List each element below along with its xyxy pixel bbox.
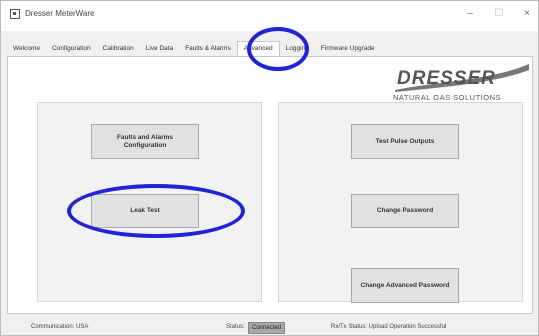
tab-firmware-upgrade[interactable]: Firmware Upgrade bbox=[315, 42, 381, 55]
status-bar: Communication: USA Status: Connected Rx/… bbox=[1, 319, 538, 335]
rxtx-status: Rx/Tx Status: Upload Operation Successfu… bbox=[331, 324, 447, 330]
minimize-button[interactable]: – bbox=[460, 7, 480, 21]
title-bar: Dresser MeterWare – ☐ × bbox=[1, 1, 538, 31]
tab-advanced[interactable]: Advanced bbox=[236, 41, 280, 57]
tab-configuration[interactable]: Configuration bbox=[46, 42, 97, 55]
logo-wordmark: DRESSER bbox=[397, 68, 496, 89]
tab-calibration[interactable]: Calibration bbox=[97, 42, 140, 55]
maximize-button[interactable]: ☐ bbox=[489, 7, 509, 21]
tab-logging[interactable]: Logging bbox=[280, 42, 315, 55]
app-window: Dresser MeterWare – ☐ × Welcome Configur… bbox=[0, 0, 539, 336]
change-password-button[interactable]: Change Password bbox=[351, 194, 459, 228]
tab-faults-alarms[interactable]: Faults & Alarms bbox=[179, 42, 237, 55]
tab-strip: Welcome Configuration Calibration Live D… bbox=[7, 41, 381, 57]
window-title: Dresser MeterWare bbox=[25, 9, 95, 18]
status-label: Status: bbox=[226, 324, 245, 330]
leak-test-button[interactable]: Leak Test bbox=[91, 194, 199, 228]
tab-welcome[interactable]: Welcome bbox=[7, 42, 46, 55]
test-pulse-outputs-button[interactable]: Test Pulse Outputs bbox=[351, 124, 459, 159]
dresser-logo: DRESSER NATURAL GAS SOLUTIONS bbox=[393, 60, 531, 102]
app-icon bbox=[10, 9, 20, 19]
logo-subtitle: NATURAL GAS SOLUTIONS bbox=[393, 93, 502, 102]
connection-status-badge: Connected bbox=[248, 322, 286, 334]
communication-status: Communication: USA bbox=[31, 324, 89, 330]
tab-live-data[interactable]: Live Data bbox=[140, 42, 179, 55]
close-button[interactable]: × bbox=[517, 7, 537, 21]
change-advanced-password-button[interactable]: Change Advanced Password bbox=[351, 268, 459, 303]
faults-alarms-config-button[interactable]: Faults and Alarms Configuration bbox=[91, 124, 199, 159]
